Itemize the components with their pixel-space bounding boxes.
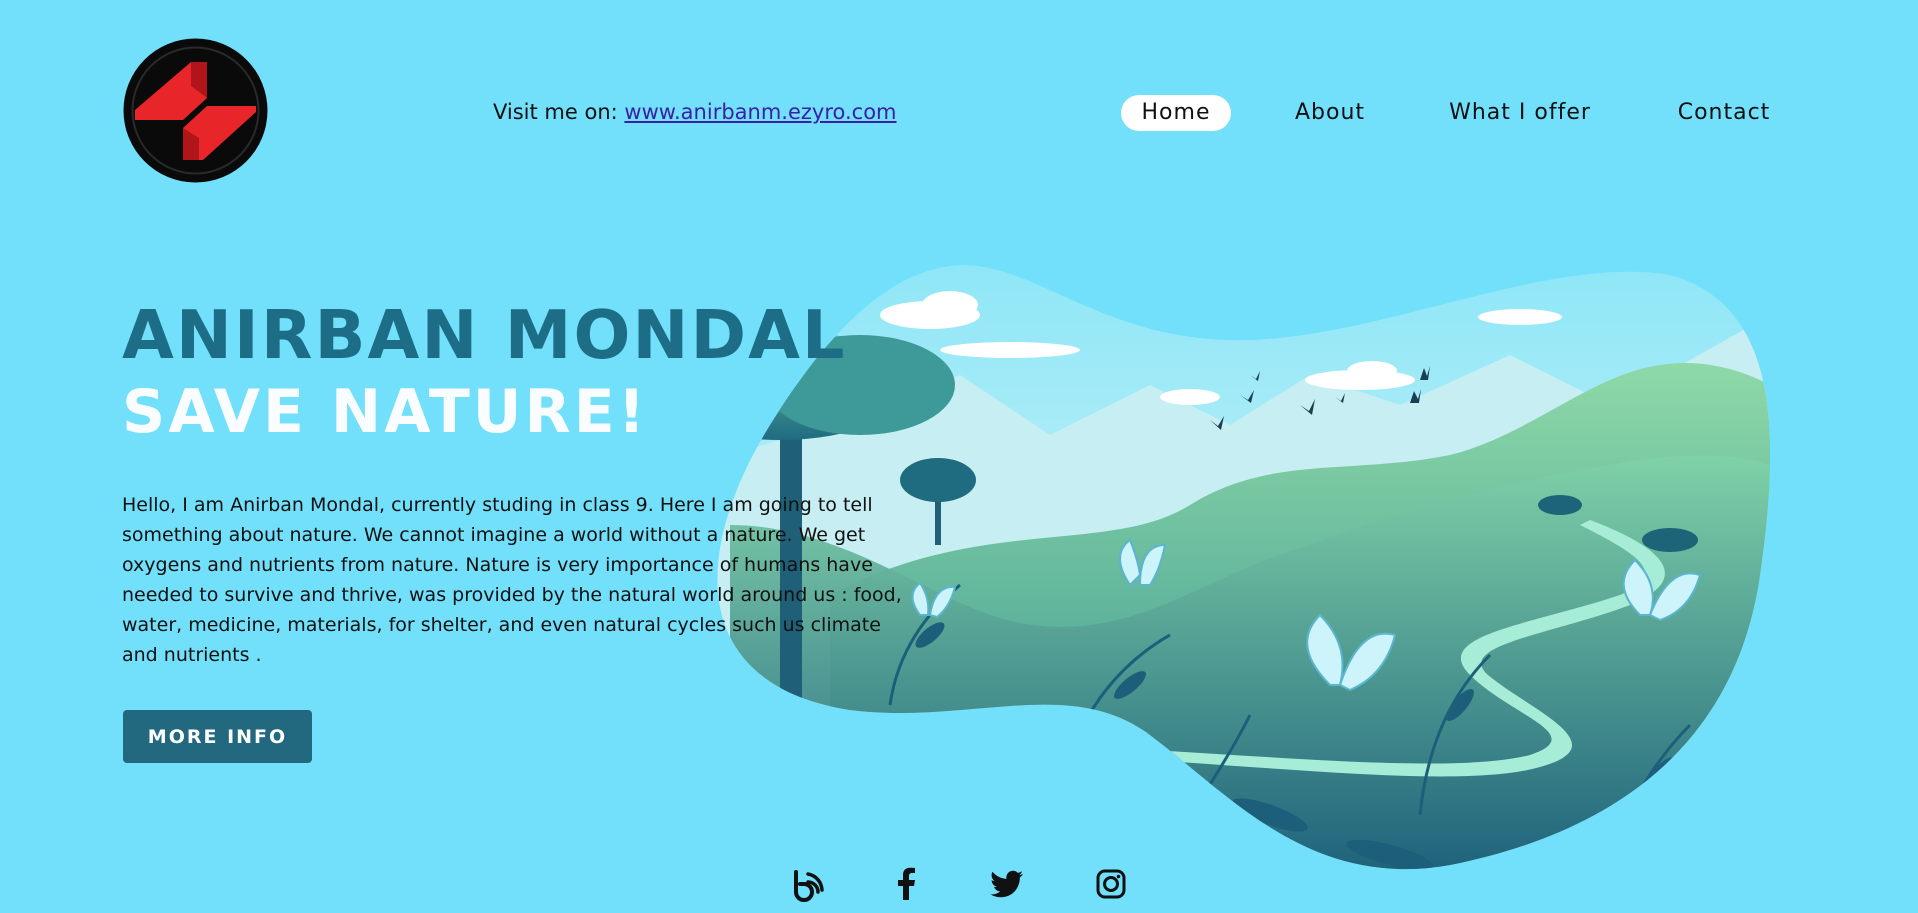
facebook-icon[interactable] bbox=[889, 866, 925, 902]
nav-home[interactable]: Home bbox=[1121, 95, 1231, 131]
more-info-button[interactable]: MORE INFO bbox=[123, 710, 312, 763]
blogger-icon[interactable] bbox=[788, 866, 824, 902]
nav-contact[interactable]: Contact bbox=[1665, 95, 1783, 131]
main-nav: Home About What I offer Contact bbox=[0, 95, 1918, 135]
hero-tagline: SAVE NATURE! bbox=[122, 377, 649, 447]
hero-name: ANIRBAN MONDAL bbox=[122, 296, 847, 374]
nav-about[interactable]: About bbox=[1282, 95, 1378, 131]
twitter-icon[interactable] bbox=[989, 866, 1025, 902]
hero-intro: Hello, I am Anirban Mondal, currently st… bbox=[122, 494, 902, 666]
nav-what-i-offer[interactable]: What I offer bbox=[1440, 95, 1600, 131]
instagram-icon[interactable] bbox=[1093, 866, 1129, 902]
